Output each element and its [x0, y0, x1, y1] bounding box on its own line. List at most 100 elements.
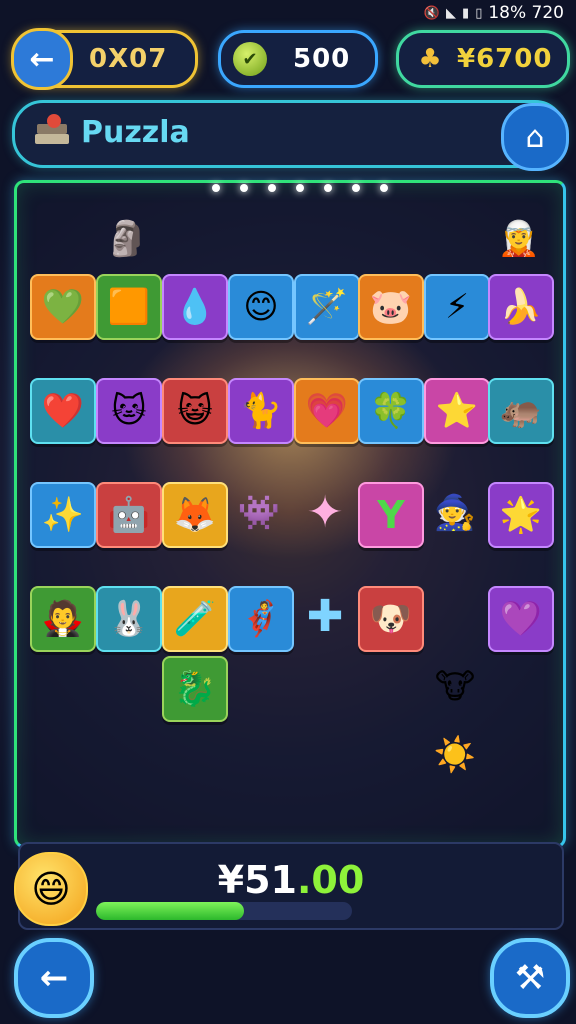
tile-purple-hippo[interactable]: 🦛	[488, 378, 554, 444]
tile-elf-character-icon: 🧝	[497, 219, 541, 259]
gems-value: ¥6700	[457, 44, 553, 74]
tile-clover[interactable]: 🍀	[358, 378, 424, 444]
tile-sun-icon: ☀️	[433, 735, 477, 775]
tile-wand-icon: 🪄	[305, 287, 349, 327]
tile-pink-bunny-icon: 🐰	[107, 599, 151, 639]
tile-fox[interactable]: 🦊	[162, 482, 228, 548]
back-arrow-icon[interactable]: ←	[11, 28, 73, 90]
tile-elf-character[interactable]: 🧝	[488, 208, 550, 270]
tile-gold-star[interactable]: 🌟	[488, 482, 554, 548]
tile-pink-heart-icon: 💗	[305, 391, 349, 431]
tile-blue-bottle-icon: 🧪	[173, 599, 217, 639]
progress-fill	[96, 902, 245, 920]
tile-sparkle[interactable]: ✦	[294, 482, 356, 544]
signal-icon: ▮	[462, 5, 470, 21]
tile-gem-piece[interactable]: 💜	[488, 586, 554, 652]
tile-wand[interactable]: 🪄	[294, 274, 360, 340]
status-bar: 🔇 ◣ ▮ ▯ 18% 720	[424, 2, 564, 24]
tile-witch-icon: 🧛	[41, 599, 85, 639]
coins-value: 500	[293, 44, 351, 74]
tile-yellow-cat-icon: 😺	[177, 391, 213, 431]
tile-blue-cross[interactable]: ✚	[294, 586, 356, 648]
page-title: Puzzla	[81, 115, 190, 150]
tile-clover-icon: 🍀	[369, 391, 413, 431]
coin-icon: ✔	[233, 42, 267, 76]
mascot-avatar[interactable]: 😄	[14, 852, 88, 926]
light-string	[212, 184, 388, 192]
coins-counter[interactable]: ✔ 500	[218, 30, 378, 88]
tile-stone-golem[interactable]: 🗿	[96, 208, 158, 270]
tile-banana[interactable]: 🍌	[488, 274, 554, 340]
tile-wizard-icon: 🧙	[433, 493, 477, 533]
tile-gray-cat[interactable]: 🐈	[228, 378, 294, 444]
tile-pig[interactable]: 🐷	[358, 274, 424, 340]
battery-icon: ▯	[475, 5, 483, 21]
tile-blue-bottle[interactable]: 🧪	[162, 586, 228, 652]
tile-heart-icon: 💚	[41, 287, 85, 327]
score-decimal: .00	[297, 858, 365, 902]
tile-drop[interactable]: 💧	[162, 274, 228, 340]
home-button[interactable]: ⌂	[501, 103, 569, 171]
tile-pink-heart[interactable]: 💗	[294, 378, 360, 444]
score-display: ¥51.00	[20, 858, 562, 902]
mute-icon: 🔇	[423, 5, 441, 21]
tile-dragon-icon: 🐉	[173, 669, 217, 709]
smiley-mascot-icon: 😄	[31, 867, 71, 911]
tile-gem-piece-icon: 💜	[499, 599, 543, 639]
tile-monster[interactable]: 👾	[228, 482, 290, 544]
tile-blue-cross-icon: ✚	[306, 591, 344, 642]
tile-block-icon: 🟧	[107, 287, 151, 327]
tile-red-heart[interactable]: ❤️	[30, 378, 96, 444]
tile-green-robot[interactable]: 🤖	[96, 482, 162, 548]
tile-block[interactable]: 🟧	[96, 274, 162, 340]
tile-gold-star-icon: 🌟	[499, 495, 543, 535]
hammer-icon: ⚒	[514, 958, 546, 998]
gems-counter[interactable]: ♣ ¥6700	[396, 30, 570, 88]
tile-sparkle-icon: ✦	[306, 487, 344, 538]
tile-orange-star-icon: ⭐	[435, 391, 479, 431]
tile-yellow-cat[interactable]: 😺	[162, 378, 228, 444]
tile-letter-y[interactable]: Y	[358, 482, 424, 548]
tile-dragon[interactable]: 🐉	[162, 656, 228, 722]
tile-witch[interactable]: 🧛	[30, 586, 96, 652]
back-button[interactable]: ←	[14, 938, 94, 1018]
tile-letter-y-icon: Y	[377, 493, 405, 537]
books-icon	[33, 114, 71, 154]
tile-sun[interactable]: ☀️	[424, 724, 486, 786]
tile-drop-icon: 💧	[173, 287, 217, 327]
tile-smiley-icon: 😊	[243, 287, 279, 327]
title-bar: Puzzla ⌂	[12, 100, 569, 171]
home-icon: ⌂	[525, 119, 545, 155]
tile-gray-cat-icon: 🐈	[239, 391, 283, 431]
tile-fox-icon: 🦊	[173, 495, 217, 535]
tile-dog[interactable]: 🐶	[358, 586, 424, 652]
tile-wizard[interactable]: 🧙	[424, 482, 486, 544]
tile-orange-star[interactable]: ⭐	[424, 378, 490, 444]
tile-blue-cat[interactable]: 🐱	[96, 378, 162, 444]
tile-hero-icon: 🦸	[239, 599, 283, 639]
status-text: 18% 720	[488, 3, 564, 23]
tile-smiley[interactable]: 😊	[228, 274, 294, 340]
level-counter[interactable]: ← 0X07	[11, 28, 198, 90]
hint-button[interactable]: ⚒	[490, 938, 570, 1018]
tile-blue-cat-icon: 🐱	[111, 391, 147, 431]
tile-dog-icon: 🐶	[369, 599, 413, 639]
wifi-icon: ◣	[446, 5, 457, 21]
tile-bull[interactable]: 🐮	[424, 656, 486, 718]
tile-stone-golem-icon: 🗿	[105, 219, 149, 259]
tile-monster-icon: 👾	[237, 493, 281, 533]
tile-lightning[interactable]: ⚡	[424, 274, 490, 340]
tile-red-heart-icon: ❤️	[41, 391, 85, 431]
tile-hero[interactable]: 🦸	[228, 586, 294, 652]
tile-pig-icon: 🐷	[369, 287, 413, 327]
tile-purple-hippo-icon: 🦛	[499, 391, 543, 431]
key-icon: ♣	[418, 44, 442, 74]
progress-bar	[96, 902, 352, 920]
tile-pink-bunny[interactable]: 🐰	[96, 586, 162, 652]
tile-blue-star[interactable]: ✨	[30, 482, 96, 548]
tile-green-robot-icon: 🤖	[107, 495, 151, 535]
score-bar: ¥51.00	[18, 842, 564, 930]
tile-heart[interactable]: 💚	[30, 274, 96, 340]
level-value: 0X07	[89, 44, 168, 74]
tile-blue-star-icon: ✨	[41, 495, 85, 535]
